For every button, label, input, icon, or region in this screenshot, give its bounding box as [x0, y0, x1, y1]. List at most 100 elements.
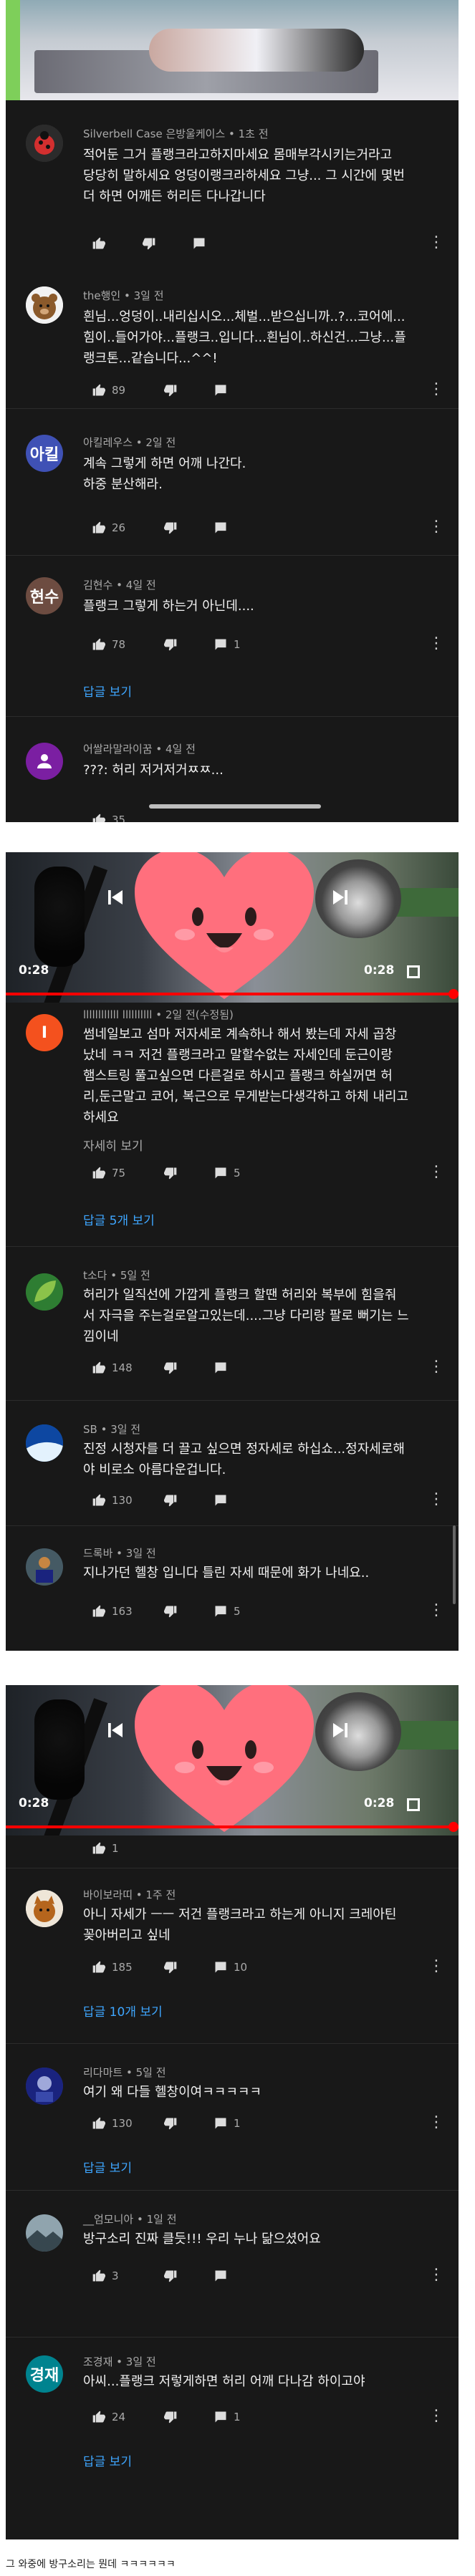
more-options-icon[interactable]: ⋮ — [428, 1164, 444, 1180]
more-options-icon[interactable]: ⋮ — [428, 382, 444, 397]
reply-button[interactable]: 1 — [213, 2410, 241, 2424]
comment-author[interactable]: Silverbell Case 은방울케이스 • 1초 전 — [83, 126, 269, 141]
dislike-button[interactable] — [163, 1361, 178, 1375]
more-options-icon[interactable]: ⋮ — [428, 1959, 444, 1974]
avatar[interactable]: 아킬 — [26, 435, 63, 472]
reply-button[interactable]: 5 — [213, 1166, 241, 1180]
scrubber-handle[interactable] — [448, 989, 459, 999]
comment-author[interactable]: 바이보라띠 • 1주 전 — [83, 1887, 176, 1902]
avatar[interactable] — [26, 286, 63, 324]
more-options-icon[interactable]: ⋮ — [428, 2115, 444, 2131]
like-button[interactable]: 75 — [92, 1166, 125, 1180]
view-replies-link[interactable]: 답글 보기 — [83, 2158, 132, 2176]
comment-author[interactable]: 리다마트 • 5일 전 — [83, 2065, 166, 2080]
fullscreen-icon[interactable] — [407, 965, 420, 978]
like-button[interactable]: 3 — [92, 2269, 119, 2283]
video-thumbnail-top[interactable] — [6, 0, 459, 100]
reply-button[interactable] — [213, 1493, 228, 1508]
like-button[interactable]: 185 — [92, 1960, 133, 1974]
avatar[interactable]: 경재 — [26, 2355, 63, 2393]
progress-bar[interactable] — [6, 1825, 459, 1828]
comment-text: 허리가 일직선에 가깝게 플랭크 할땐 허리와 복부에 힘을줘 서 자극을 주는… — [83, 1288, 409, 1344]
avatar[interactable] — [26, 1548, 63, 1586]
comment-author[interactable]: 드록바 • 3일 전 — [83, 1545, 156, 1560]
dislike-button[interactable] — [163, 383, 178, 397]
video-player[interactable]: 0:28 0:28 — [6, 1685, 459, 1835]
avatar[interactable] — [26, 1424, 63, 1462]
comment-author[interactable]: the행인 • 3일 전 — [83, 288, 164, 303]
view-replies-link[interactable]: 답글 5개 보기 — [83, 1210, 155, 1228]
avatar[interactable] — [26, 2068, 63, 2105]
like-button[interactable]: 89 — [92, 383, 125, 397]
avatar[interactable]: 현수 — [26, 577, 63, 614]
more-options-icon[interactable]: ⋮ — [428, 2267, 444, 2283]
view-replies-link[interactable]: 답글 10개 보기 — [83, 2002, 163, 2020]
skip-previous-icon[interactable] — [105, 1719, 126, 1746]
like-button[interactable] — [92, 236, 112, 251]
skip-next-icon[interactable] — [330, 1719, 351, 1746]
avatar[interactable]: I — [26, 1014, 63, 1051]
video-player[interactable]: 0:28 0:28 — [6, 852, 459, 1003]
more-options-icon[interactable]: ⋮ — [428, 636, 444, 652]
more-options-icon[interactable]: ⋮ — [428, 1359, 444, 1375]
dislike-button[interactable] — [163, 521, 178, 535]
avatar[interactable] — [26, 125, 63, 162]
reply-button[interactable] — [213, 521, 228, 535]
avatar[interactable] — [26, 1273, 63, 1311]
comment-author[interactable]: 아킬레우스 • 2일 전 — [83, 435, 176, 450]
like-button[interactable]: 130 — [92, 2116, 133, 2131]
comment-author[interactable]: 어쌀라말라이꿈 • 4일 전 — [83, 741, 196, 756]
progress-bar[interactable] — [6, 993, 459, 995]
reply-button[interactable]: 5 — [213, 1604, 241, 1619]
like-button[interactable]: 130 — [92, 1493, 133, 1508]
dislike-button[interactable] — [163, 2269, 178, 2283]
dislike-button[interactable] — [163, 2410, 178, 2424]
dislike-button[interactable] — [142, 236, 156, 251]
reply-button[interactable]: 10 — [213, 1960, 247, 1974]
microphone — [34, 867, 85, 967]
comment-author[interactable]: __엄모니아 • 1일 전 — [83, 2211, 177, 2227]
more-options-icon[interactable]: ⋮ — [428, 1492, 444, 1508]
reply-button[interactable] — [213, 1361, 228, 1375]
read-more-link[interactable]: 자세히 보기 — [83, 1136, 143, 1154]
like-button[interactable]: 163 — [92, 1604, 133, 1619]
like-count: 148 — [112, 1361, 133, 1374]
more-options-icon[interactable]: ⋮ — [428, 235, 444, 251]
more-options-icon[interactable]: ⋮ — [428, 519, 444, 535]
view-replies-link[interactable]: 답글 보기 — [83, 682, 132, 700]
reply-button[interactable] — [213, 383, 234, 397]
reply-button[interactable] — [192, 236, 212, 251]
avatar[interactable] — [26, 2214, 63, 2252]
skip-previous-icon[interactable] — [105, 887, 126, 913]
dislike-button[interactable] — [163, 1166, 178, 1180]
view-replies-link[interactable]: 답글 보기 — [83, 2451, 132, 2469]
dislike-button[interactable] — [163, 637, 178, 652]
dislike-button[interactable] — [163, 1960, 178, 1974]
more-options-icon[interactable]: ⋮ — [428, 1603, 444, 1619]
like-button[interactable]: 78 — [92, 637, 125, 652]
skip-next-icon[interactable] — [330, 887, 351, 913]
scrubber-handle[interactable] — [448, 1822, 459, 1832]
comment-author[interactable]: 김현수 • 4일 전 — [83, 577, 156, 592]
scrollbar[interactable] — [453, 1525, 456, 1604]
like-button[interactable]: 35 — [92, 813, 125, 822]
fullscreen-icon[interactable] — [407, 1798, 420, 1811]
reply-button[interactable]: 1 — [213, 637, 241, 652]
comment-author[interactable]: 조경재 • 3일 전 — [83, 2354, 156, 2369]
more-options-icon[interactable]: ⋮ — [428, 2408, 444, 2424]
comment-author[interactable]: t소다 • 5일 전 — [83, 1268, 150, 1283]
dislike-button[interactable] — [163, 1604, 178, 1619]
comment-author[interactable]: llllllllllll llllllllll • 2일 전(수정됨) — [83, 1007, 234, 1022]
reply-button[interactable] — [213, 2269, 228, 2283]
dislike-button[interactable] — [163, 1493, 178, 1508]
avatar[interactable] — [26, 1890, 63, 1927]
like-button[interactable]: 148 — [92, 1361, 133, 1375]
like-button[interactable]: 26 — [92, 521, 125, 535]
dislike-button[interactable] — [163, 2116, 178, 2131]
like-button[interactable]: 24 — [92, 2410, 125, 2424]
like-button[interactable]: 1 — [92, 1841, 119, 1856]
comment-author[interactable]: SB • 3일 전 — [83, 1422, 140, 1437]
reply-button[interactable]: 1 — [213, 2116, 241, 2131]
avatar[interactable] — [26, 743, 63, 780]
comment-icon — [193, 238, 205, 249]
